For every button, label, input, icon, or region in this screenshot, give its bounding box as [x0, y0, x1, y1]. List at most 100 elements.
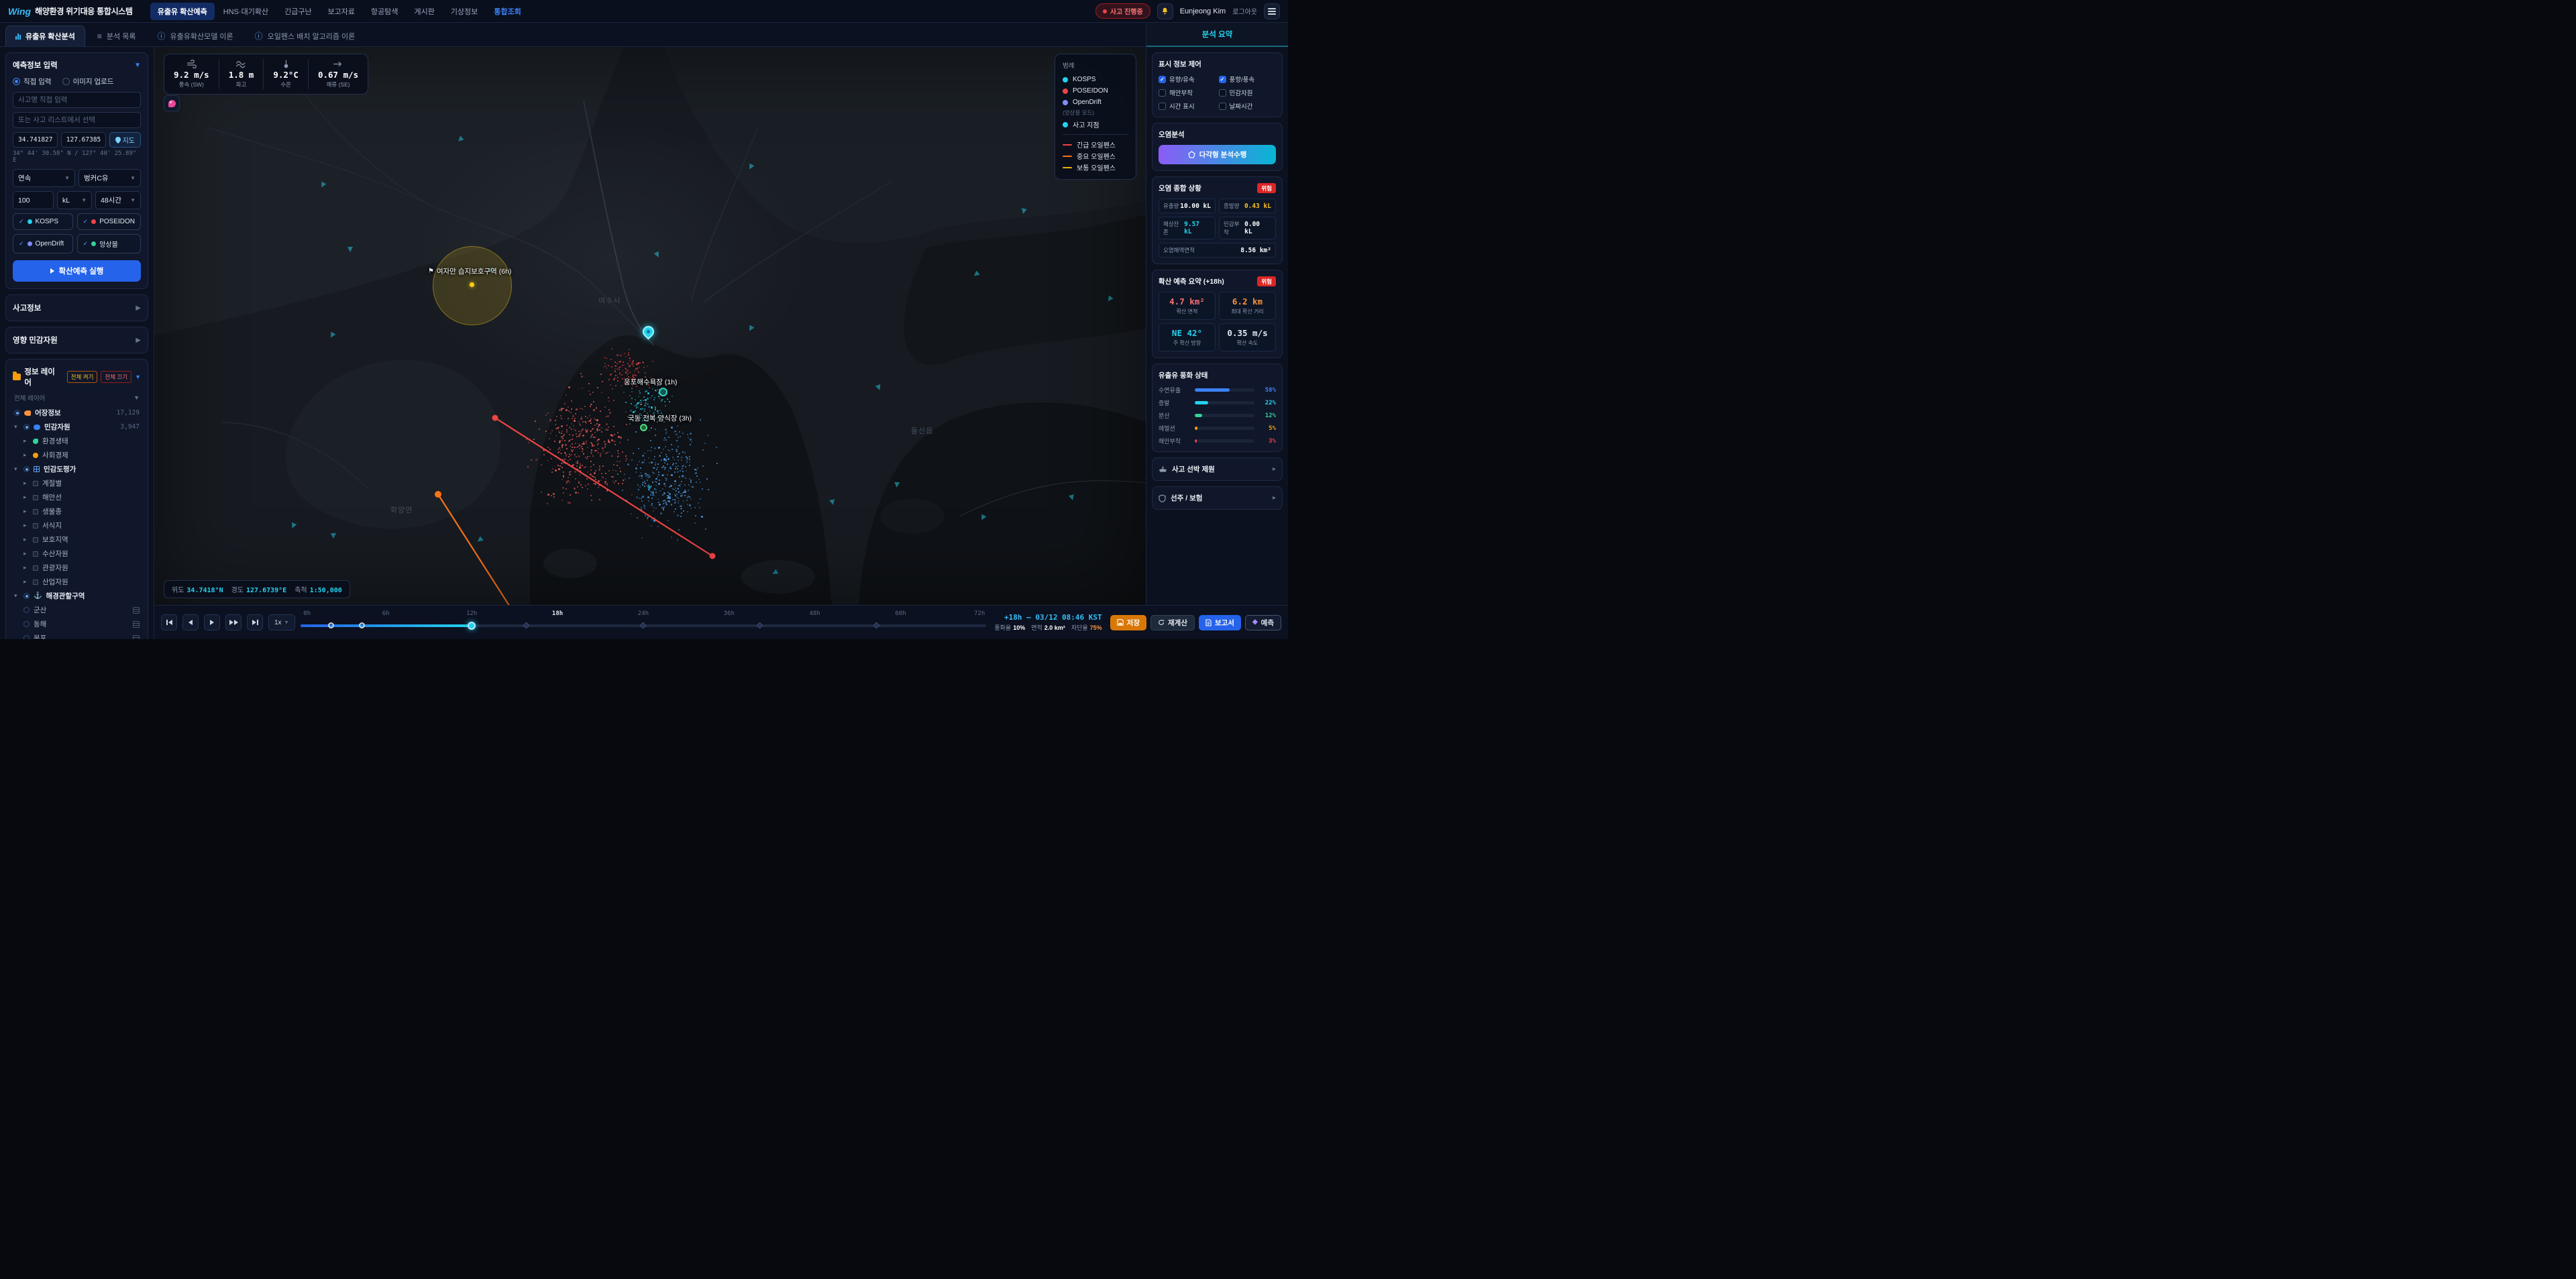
spill-type-select[interactable]: 연속 ▼ — [13, 169, 75, 187]
map-canvas[interactable]: ⚑ 여자만 습지보호구역 (6h) 웅포해수욕장 (1h) 국동 전복 양식장 … — [154, 47, 1146, 605]
tab-spill-analysis[interactable]: 유출유 확산분석 — [5, 25, 85, 46]
all-layers-on-button[interactable]: 전체 켜기 — [66, 371, 98, 383]
nav-emergency-rescue[interactable]: 긴급구난 — [277, 3, 319, 20]
layer-item-habitat[interactable]: ▸ 서식지 — [13, 518, 141, 533]
sensitive-resources-section[interactable]: 영향 민감자원 ▶ — [5, 327, 148, 353]
layer-group-sensitivity-index[interactable]: ▾ 민감도평가 — [13, 462, 141, 476]
map-annotation-wetland[interactable]: ⚑ 여자만 습지보호구역 (6h) — [428, 266, 511, 276]
checkbox-current-dir[interactable]: 유향/유속 — [1159, 74, 1216, 84]
layer-group-coast-guard-zones[interactable]: ▾ ⚓ 해경관할구역 — [13, 589, 141, 603]
checkbox-datetime[interactable]: 날짜시간 — [1218, 101, 1277, 111]
checkbox-shore-attach[interactable]: 해안부착 — [1159, 88, 1216, 97]
timeline-track[interactable] — [300, 622, 987, 630]
event-marker[interactable] — [358, 622, 365, 628]
layer-item-coastline[interactable]: ▸ 해안선 — [13, 490, 141, 504]
nav-reports[interactable]: 보고자료 — [321, 3, 362, 20]
layer-item-fishery-resources[interactable]: ▸ 수산자원 — [13, 547, 141, 561]
recalculate-button[interactable]: 재계산 — [1150, 614, 1195, 630]
layer-item-protected-area[interactable]: ▸ 보호지역 — [13, 533, 141, 547]
vessel-spec-section[interactable]: 사고 선박 제원 ▸ — [1152, 457, 1283, 481]
oil-type-select[interactable]: 벙커C유 ▼ — [78, 169, 141, 187]
layer-item-gunsan[interactable]: 군산 — [13, 603, 141, 617]
tab-model-theory[interactable]: ⓘ 유출유확산모델 이론 — [148, 25, 242, 46]
layer-toggle[interactable] — [23, 635, 30, 639]
layer-group-sensitive-resources[interactable]: ▾ 민감자원 3,947 — [13, 420, 141, 434]
nav-aerial-search[interactable]: 항공탐색 — [364, 3, 405, 20]
nav-hns-dispersion[interactable]: HNS·대기확산 — [216, 3, 276, 20]
polygon-analysis-button[interactable]: 다각형 분석수행 — [1159, 145, 1276, 164]
layer-item-donghae[interactable]: 동해 — [13, 617, 141, 631]
save-button[interactable]: 저장 — [1110, 614, 1146, 630]
basemap-style-button[interactable] — [164, 95, 180, 111]
logout-button[interactable]: 로그아웃 — [1232, 6, 1257, 16]
beach-marker[interactable] — [659, 388, 667, 396]
layer-item-mokpo[interactable]: 목포 — [13, 631, 141, 639]
skip-start-button[interactable] — [161, 614, 177, 630]
incident-status-badge[interactable]: 사고 진행중 — [1095, 3, 1150, 19]
layer-toggle[interactable] — [14, 410, 20, 416]
nav-weather-info[interactable]: 기상정보 — [443, 3, 485, 20]
fast-forward-button[interactable] — [225, 614, 241, 630]
pick-on-map-button[interactable]: 지도 — [109, 132, 141, 148]
milestone-marker[interactable] — [639, 622, 647, 629]
timeline-track-area[interactable]: 0h 6h 12h 18h 24h 36h 48h 60h 72h — [300, 606, 987, 639]
owner-insurance-section[interactable]: 선주 / 보험 ▸ — [1152, 486, 1283, 510]
prediction-input-header[interactable]: 예측정보 입력 ▼ — [13, 60, 141, 70]
notification-button[interactable] — [1157, 3, 1173, 19]
map-annotation-beach[interactable]: 웅포해수욕장 (1h) — [624, 377, 678, 387]
analysis-summary-tab[interactable]: 분석 요약 — [1146, 23, 1288, 47]
layer-toggle[interactable] — [23, 593, 30, 599]
nav-board[interactable]: 게시판 — [407, 3, 442, 20]
layer-toggle[interactable] — [23, 607, 30, 613]
milestone-marker[interactable] — [756, 622, 763, 629]
legend-box-icon[interactable] — [133, 634, 140, 639]
checkbox-sensitive-resources[interactable]: 민감자원 — [1218, 88, 1277, 97]
model-toggle-kosps[interactable]: ✓ KOSPS — [13, 213, 73, 230]
model-toggle-opendrift[interactable]: ✓ OpenDrift — [13, 234, 73, 254]
predict-button[interactable]: ◆ 예측 — [1244, 614, 1281, 630]
accident-list-input[interactable] — [13, 112, 141, 128]
layer-toggle[interactable] — [23, 466, 30, 472]
model-toggle-ensemble[interactable]: ✓ 앙상블 — [76, 234, 141, 254]
step-back-button[interactable] — [182, 614, 199, 630]
latitude-input[interactable] — [13, 132, 58, 148]
tab-analysis-list[interactable]: ≡ 분석 목록 — [88, 25, 146, 46]
layer-item-industrial-resources[interactable]: ▸ 산업자원 — [13, 575, 141, 589]
nav-integrated-search[interactable]: 통합조회 — [486, 3, 528, 20]
all-layer-row[interactable]: 전체 레이어 ▼ — [14, 393, 140, 402]
model-toggle-poseidon[interactable]: ✓ POSEIDON — [76, 213, 141, 230]
menu-button[interactable] — [1264, 3, 1280, 19]
radio-image-upload[interactable]: 이미지 업로드 — [62, 76, 113, 87]
milestone-marker[interactable] — [523, 622, 530, 629]
report-button[interactable]: 보고서 — [1198, 614, 1241, 630]
checkbox-time-display[interactable]: 시간 표시 — [1159, 101, 1216, 111]
farm-marker[interactable] — [640, 424, 647, 431]
analysis-summary-body[interactable]: 표시 정보 제어 유향/유속 풍향/풍속 해안부착 민감자원 시간 표시 날짜시… — [1146, 47, 1288, 605]
layer-item-seasonal[interactable]: ▸ 계절별 — [13, 476, 141, 490]
wetland-marker[interactable] — [470, 282, 474, 287]
tab-boom-algorithm-theory[interactable]: ⓘ 오일펜스 배치 알고리즘 이론 — [246, 25, 365, 46]
event-marker[interactable] — [327, 622, 334, 628]
layer-toggle[interactable] — [23, 621, 30, 627]
longitude-input[interactable] — [60, 132, 106, 148]
timeline-handle[interactable] — [468, 622, 476, 630]
skip-end-button[interactable] — [247, 614, 263, 630]
run-prediction-button[interactable]: 확산예측 실행 — [13, 260, 141, 282]
checkbox-wind-dir[interactable]: 풍향/풍속 — [1218, 74, 1277, 84]
legend-box-icon[interactable] — [133, 606, 140, 614]
accident-info-section[interactable]: 사고정보 ▶ — [5, 294, 148, 321]
duration-select[interactable]: 48시간 ▼ — [95, 191, 141, 209]
layer-item-environment-ecology[interactable]: ▸ 환경생태 — [13, 434, 141, 448]
playback-speed-select[interactable]: 1x ▼ — [268, 614, 295, 630]
layer-item-fisheries[interactable]: 어장정보 17,129 — [13, 406, 141, 420]
legend-box-icon[interactable] — [133, 620, 140, 628]
layer-item-tourism-resources[interactable]: ▸ 관광자원 — [13, 561, 141, 575]
spill-amount-input[interactable] — [13, 191, 54, 209]
layer-toggle[interactable] — [23, 424, 30, 430]
all-layers-off-button[interactable]: 전체 끄기 — [101, 371, 132, 383]
radio-direct-input[interactable]: 직접 입력 — [13, 76, 52, 87]
play-button[interactable] — [204, 614, 220, 630]
accident-name-input[interactable] — [13, 92, 141, 108]
nav-oil-spill-prediction[interactable]: 유출유 확산예측 — [150, 2, 215, 20]
milestone-marker[interactable] — [873, 622, 880, 629]
